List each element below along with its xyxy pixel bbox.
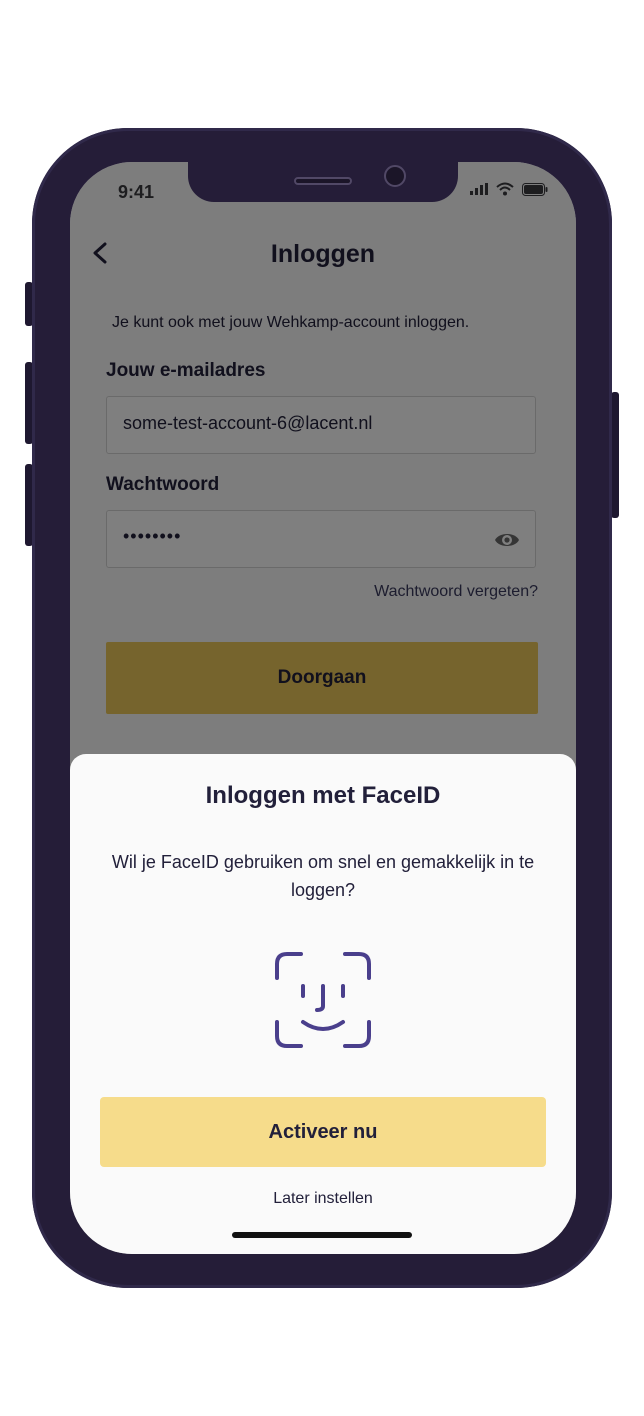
- cellular-signal-icon: [470, 183, 488, 195]
- notch: [188, 162, 458, 202]
- sheet-title: Inloggen met FaceID: [205, 782, 441, 809]
- battery-icon: [522, 182, 548, 196]
- front-camera: [384, 165, 406, 187]
- home-indicator: [232, 1232, 412, 1238]
- setup-later-link[interactable]: Later instellen: [70, 1190, 576, 1208]
- status-icons: [470, 182, 548, 196]
- speaker-grille: [294, 177, 352, 185]
- wifi-icon: [496, 182, 514, 196]
- sheet-description: Wil je FaceID gebruiken om snel en gemak…: [111, 852, 535, 900]
- activate-faceid-button[interactable]: Activeer nu: [100, 1097, 546, 1167]
- faceid-bottom-sheet: Inloggen met FaceID Wil je FaceID gebrui…: [70, 754, 576, 1254]
- status-time: 9:41: [118, 182, 155, 202]
- phone-frame: Inloggen Je kunt ook met jouw Wehkamp-ac…: [32, 128, 612, 1288]
- phone-screen: Inloggen Je kunt ook met jouw Wehkamp-ac…: [70, 162, 576, 1254]
- faceid-icon: [275, 952, 371, 1048]
- power-button: [611, 392, 619, 518]
